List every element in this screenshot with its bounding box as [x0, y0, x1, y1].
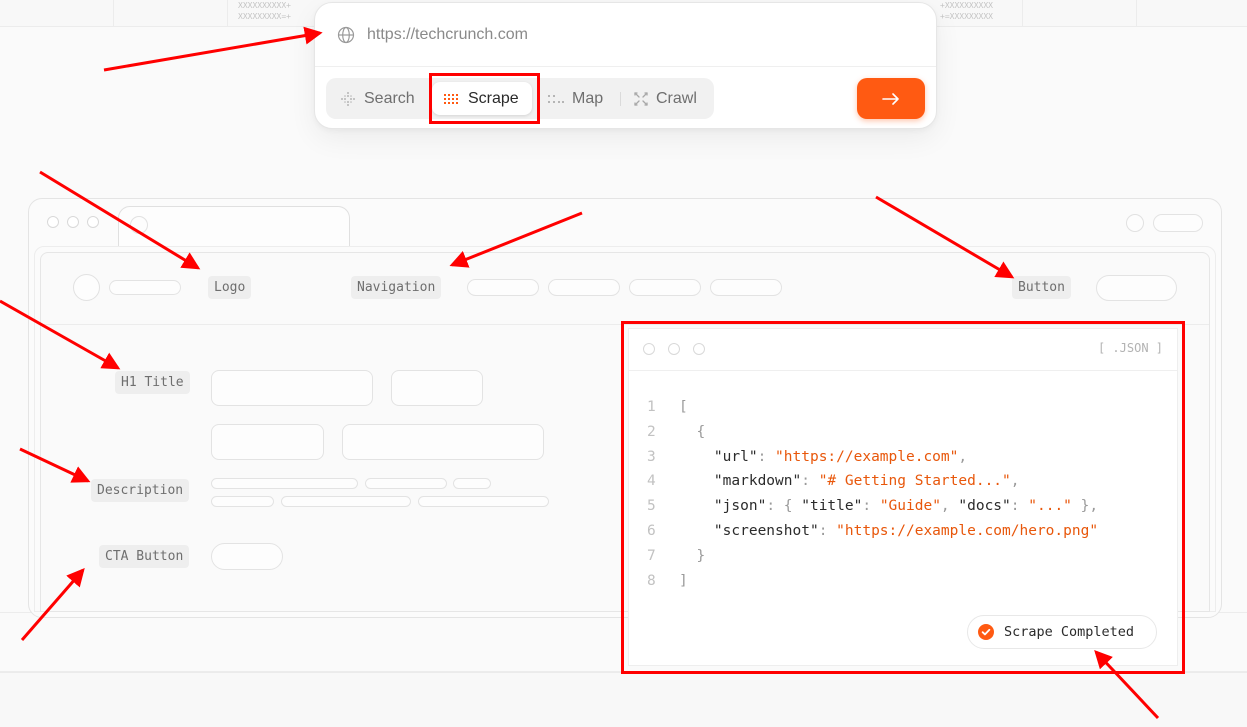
h1-title-placeholder	[211, 370, 373, 406]
logo-circle-placeholder	[73, 274, 100, 301]
h1-title-placeholder	[211, 424, 324, 460]
nav-item-placeholder	[467, 279, 539, 296]
globe-icon	[337, 26, 355, 44]
highlight-box-scrape-tab	[429, 73, 540, 124]
nav-item-placeholder	[548, 279, 620, 296]
h1-title-placeholder	[391, 370, 483, 406]
grid-line	[113, 0, 114, 26]
mode-label: Search	[364, 89, 415, 107]
submit-button[interactable]	[857, 78, 925, 119]
label-h1-title: H1 Title	[115, 371, 190, 394]
description-line-placeholder	[418, 496, 549, 507]
crawl-icon	[634, 91, 648, 106]
description-line-placeholder	[453, 478, 491, 489]
nav-item-placeholder	[629, 279, 701, 296]
highlight-box-json-panel	[621, 321, 1185, 674]
mode-tab-map[interactable]: Map	[536, 82, 615, 115]
label-cta-button: CTA Button	[99, 545, 190, 568]
window-dot	[67, 216, 79, 228]
label-logo: Logo	[208, 276, 252, 299]
ascii-pattern-left: XXXXXXXXXX+ XXXXXXXXX=+	[238, 1, 291, 21]
label-button: Button	[1012, 276, 1071, 299]
ascii-pattern-right: +XXXXXXXXXX +=XXXXXXXXX	[940, 1, 993, 21]
grid-line	[1022, 0, 1023, 26]
window-dot	[87, 216, 99, 228]
mode-tab-search[interactable]: Search	[328, 82, 427, 115]
url-search-card: Search Scrape Map	[314, 2, 937, 129]
profile-circle-placeholder	[1126, 214, 1144, 232]
window-dot	[47, 216, 59, 228]
toolbar-pill-placeholder	[1153, 214, 1203, 232]
label-description: Description	[91, 479, 190, 502]
tab-favicon-placeholder	[130, 216, 148, 234]
url-input-row	[315, 3, 936, 67]
logo-text-placeholder	[109, 280, 181, 295]
search-dots-icon	[341, 91, 355, 106]
description-line-placeholder	[211, 496, 274, 507]
nav-item-placeholder	[710, 279, 782, 296]
arrow-right-icon	[882, 92, 899, 105]
description-line-placeholder	[365, 478, 447, 489]
mode-divider	[620, 92, 621, 106]
mode-tab-crawl[interactable]: Crawl	[622, 82, 709, 115]
header-button-placeholder	[1096, 275, 1177, 301]
cta-button-placeholder	[211, 543, 283, 570]
h1-title-placeholder	[342, 424, 544, 460]
grid-line	[1136, 0, 1137, 26]
description-line-placeholder	[281, 496, 411, 507]
browser-tab	[118, 206, 350, 246]
mode-label: Crawl	[656, 89, 697, 107]
label-navigation: Navigation	[351, 276, 442, 299]
grid-line	[227, 0, 228, 26]
description-line-placeholder	[211, 478, 358, 489]
url-input[interactable]	[367, 21, 887, 49]
map-dots-icon	[548, 94, 564, 103]
mode-label: Map	[572, 89, 604, 107]
